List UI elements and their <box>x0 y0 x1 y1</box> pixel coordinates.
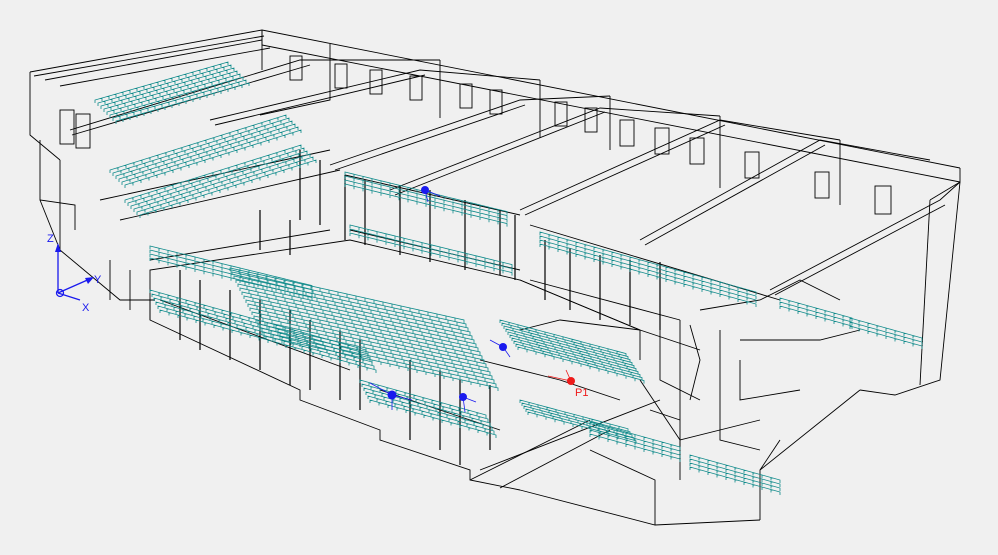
seat-row <box>365 391 493 430</box>
seat-row <box>589 425 681 454</box>
building-wireframe <box>29 29 961 526</box>
seat-row <box>369 399 497 438</box>
seat-row <box>109 114 287 173</box>
seat-row <box>539 243 757 307</box>
receiver-p1[interactable]: P1 <box>547 369 588 399</box>
seat-row <box>100 67 235 109</box>
seat-row <box>94 61 229 103</box>
seat-row <box>689 458 781 487</box>
seating-rows <box>94 61 923 495</box>
source-marker[interactable] <box>489 339 511 358</box>
seat-row <box>849 321 923 345</box>
seat-row <box>779 301 853 325</box>
axis-z-label: Z <box>47 233 54 245</box>
axis-triad[interactable]: Z Y X <box>47 233 102 314</box>
seat-row <box>112 117 290 176</box>
seat-row <box>124 129 302 188</box>
seat-row <box>689 454 781 483</box>
axis-y-label: Y <box>94 274 102 286</box>
source-marker[interactable] <box>459 393 477 413</box>
receiver-dot[interactable] <box>567 377 575 385</box>
seat-row <box>130 150 308 209</box>
seat-row <box>349 232 513 276</box>
seat-row <box>349 224 513 268</box>
receiver-label: P1 <box>575 387 588 399</box>
3d-viewport[interactable]: P1 Z Y X <box>0 0 998 550</box>
seat-row <box>539 231 757 295</box>
seat-row <box>589 421 681 450</box>
seat-row <box>149 245 313 289</box>
seat-row <box>118 123 296 182</box>
axis-x-label: X <box>82 302 90 314</box>
seat-row <box>539 239 757 303</box>
seat-row <box>97 64 232 106</box>
seat-row <box>539 235 757 299</box>
seat-row <box>115 120 293 179</box>
